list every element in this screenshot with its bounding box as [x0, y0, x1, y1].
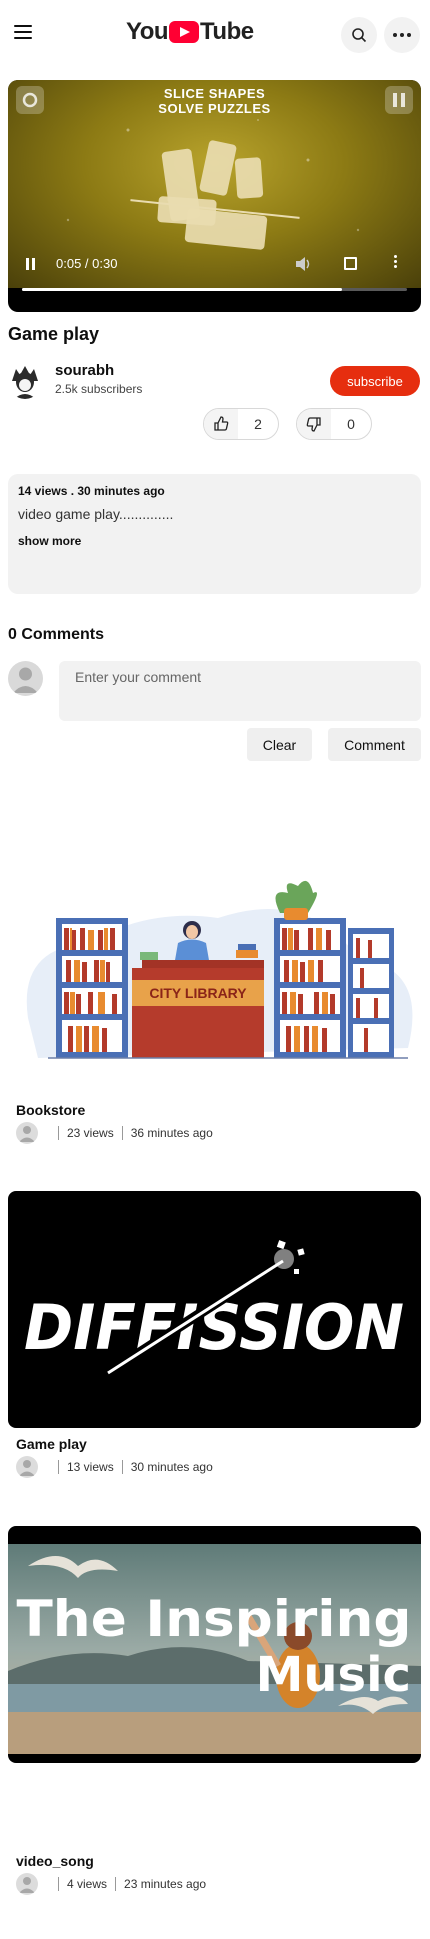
puzzle-shape: [234, 157, 264, 199]
logo-text-left: You: [126, 18, 169, 45]
game-title-line1: SLICE SHAPES: [163, 86, 266, 101]
view-count: 23 views: [67, 1126, 114, 1140]
top-header: You Tube: [0, 0, 430, 70]
channel-avatar-icon: [16, 1873, 38, 1895]
clear-button[interactable]: Clear: [247, 728, 312, 761]
thumbnail-title-line1: The Inspiring: [17, 1590, 412, 1648]
comments-heading: 0 Comments: [8, 626, 105, 643]
puzzle-shape: [157, 196, 217, 226]
comment-button[interactable]: Comment: [328, 728, 421, 761]
card-title-game-play[interactable]: Game play: [16, 1436, 87, 1452]
dislike-button[interactable]: 0: [296, 408, 372, 440]
playback-time: 0:05 / 0:30: [56, 256, 118, 271]
channel-avatar-icon: [16, 1122, 38, 1144]
view-count: 13 views: [67, 1460, 114, 1474]
view-meta: 14 views . 30 minutes ago: [18, 484, 165, 498]
separator: [58, 1126, 59, 1140]
library-sign: CITY LIBRARY: [149, 985, 247, 1001]
show-more-link[interactable]: show more: [18, 534, 81, 548]
comment-input[interactable]: [59, 661, 421, 721]
logo-text-right: Tube: [200, 18, 254, 45]
progress-bar[interactable]: [22, 288, 407, 291]
like-count: 2: [254, 416, 262, 432]
card-meta-video-song: 4 views 23 minutes ago: [16, 1873, 206, 1895]
video-thumbnail-game-play[interactable]: DIFFISSION: [8, 1191, 421, 1428]
game-pause-icon: [385, 86, 413, 114]
upload-time: 23 minutes ago: [124, 1877, 207, 1891]
description-text: video game play..............: [18, 506, 174, 522]
like-button[interactable]: 2: [203, 408, 279, 440]
user-avatar-icon: [13, 667, 38, 693]
video-title: Game play: [8, 324, 100, 344]
diffission-logo: DIFFISSION: [24, 1240, 404, 1378]
thumbs-down-icon: [297, 409, 331, 439]
volume-icon[interactable]: [296, 257, 312, 276]
dislike-count: 0: [347, 416, 355, 432]
restart-icon: [16, 86, 44, 114]
upload-time: 36 minutes ago: [130, 1126, 213, 1140]
game-title-line2: SOLVE PUZZLES: [158, 101, 271, 116]
thumbnail-title-line2: Music: [256, 1647, 411, 1703]
search-button[interactable]: [341, 17, 377, 53]
video-thumbnail-video-song[interactable]: The Inspiring Music: [8, 1526, 421, 1763]
more-options-button[interactable]: [384, 17, 420, 53]
video-thumbnail-bookstore[interactable]: CITY LIBRARY: [8, 848, 421, 1085]
inspiring-music-artwork: The Inspiring Music: [8, 1544, 421, 1754]
user-avatar: [8, 661, 43, 696]
separator: [58, 1460, 59, 1474]
card-meta-game-play: 13 views 30 minutes ago: [16, 1456, 213, 1478]
separator: [115, 1877, 117, 1891]
card-meta-bookstore: 23 views 36 minutes ago: [16, 1122, 213, 1144]
more-horizontal-icon: [393, 33, 411, 37]
pause-icon[interactable]: [26, 258, 35, 270]
progress-fill: [22, 288, 342, 291]
search-icon: [352, 28, 367, 43]
upload-time: 30 minutes ago: [130, 1460, 213, 1474]
game-title-text: SLICE SHAPES SOLVE PUZZLES: [8, 86, 421, 116]
card-title-bookstore[interactable]: Bookstore: [16, 1102, 85, 1118]
card-title-video-song[interactable]: video_song: [16, 1853, 94, 1869]
channel-name[interactable]: sourabh: [55, 362, 114, 379]
play-logo-icon: [169, 21, 200, 43]
subscriber-count: 2.5k subscribers: [55, 382, 143, 396]
channel-avatar-icon: [16, 1456, 38, 1478]
subscribe-button[interactable]: subscribe: [330, 366, 420, 396]
player-more-icon[interactable]: [394, 255, 397, 268]
separator: [121, 1460, 123, 1474]
separator: [121, 1126, 123, 1140]
youtube-logo[interactable]: You Tube: [126, 18, 254, 46]
video-player[interactable]: SLICE SHAPES SOLVE PUZZLES 0:05 / 0:30: [8, 80, 421, 312]
library-illustration: CITY LIBRARY: [26, 880, 413, 1059]
description-box[interactable]: 14 views . 30 minutes ago video game pla…: [8, 474, 421, 594]
separator: [58, 1877, 59, 1891]
hamburger-menu-icon[interactable]: [14, 25, 32, 39]
fullscreen-icon[interactable]: [344, 257, 357, 270]
thumbs-up-icon: [204, 409, 238, 439]
channel-avatar[interactable]: [8, 363, 42, 399]
view-count: 4 views: [67, 1877, 108, 1891]
